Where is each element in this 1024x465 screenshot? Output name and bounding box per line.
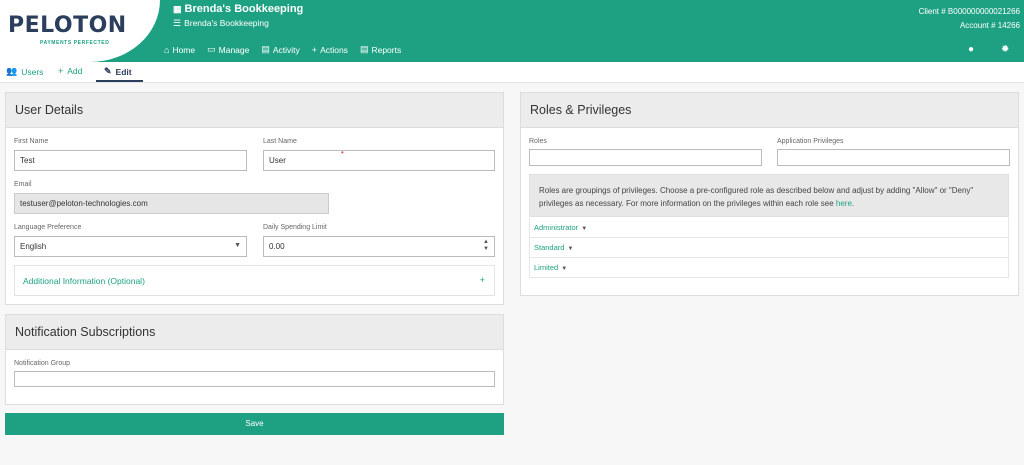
roles-field[interactable] [529, 149, 762, 166]
logo[interactable]: PELOTON PAYMENTS PERFECTED [0, 0, 160, 62]
roles-label: Roles [529, 138, 547, 145]
active-tab-indicator [96, 80, 143, 82]
additional-info-label: Additional Information (Optional) [23, 276, 145, 286]
account-number: Account # 14266 [959, 21, 1020, 30]
notification-group-field[interactable] [14, 371, 495, 387]
notifications-panel: Notification Subscriptions [5, 314, 504, 405]
top-bar: PELOTON PAYMENTS PERFECTED ▦ Brenda's Boo… [0, 0, 1024, 62]
grid-icon: ▦ [173, 4, 182, 14]
app-title: ▦ Brenda's Bookkeeping [173, 3, 304, 15]
language-select[interactable]: English ▼ [14, 236, 247, 257]
email-label: Email [14, 181, 32, 188]
roles-info-box: Roles are groupings of privileges. Choos… [529, 174, 1009, 217]
tab-users[interactable]: 👥 Users [6, 66, 43, 77]
chevron-down-icon: ▼ [567, 246, 574, 252]
plus-icon: + [58, 66, 64, 76]
additional-info-section[interactable]: Additional Information (Optional) + [14, 265, 495, 296]
app-subtitle: ☰ Brenda's Bookkeeping [173, 18, 269, 28]
notifications-title: Notification Subscriptions [6, 315, 503, 350]
nav-activity[interactable]: ▤ Activity [261, 44, 299, 55]
role-administrator[interactable]: Administrator ▼ [529, 218, 1009, 238]
stepper-icon[interactable]: ▲ ▼ [483, 239, 489, 253]
list-icon: ☰ [173, 18, 182, 28]
main-nav: ⌂ Home ▭ Manage ▤ Activity + Actions ▤ Report… [164, 44, 413, 55]
roles-info-text: Roles are groupings of privileges. Choos… [539, 186, 974, 208]
first-name-label: First Name [14, 138, 49, 145]
last-name-label: Last Name [263, 138, 297, 145]
edit-icon: ✎ [104, 66, 112, 76]
account-info: Client # B000000000021266 Account # 1426… [919, 5, 1020, 33]
language-label: Language Preference [14, 224, 82, 231]
client-number: Client # B000000000021266 [918, 7, 1020, 16]
email-field[interactable]: testuser@peloton-technologies.com [14, 193, 329, 214]
document-icon: ▤ [261, 44, 270, 54]
nav-reports[interactable]: ▤ Reports [360, 44, 401, 55]
monitor-icon: ▭ [207, 44, 216, 54]
report-icon: ▤ [359, 44, 369, 54]
chevron-down-icon: ▼ [234, 242, 241, 249]
nav-manage[interactable]: ▭ Manage [207, 44, 249, 55]
roles-info-link[interactable]: here [836, 199, 852, 208]
tab-add[interactable]: + Add [58, 66, 82, 76]
chevron-down-icon: ▼ [561, 266, 568, 272]
sub-tabs: 👥 Users + Add ✎ Edit [0, 62, 1024, 83]
last-name-field[interactable]: User [263, 150, 495, 171]
nav-actions[interactable]: + Actions [312, 44, 348, 55]
app-privileges-field[interactable] [777, 149, 1010, 166]
spending-value: 0.00 [269, 242, 285, 251]
roles-title: Roles & Privileges [521, 93, 1018, 128]
logo-tagline: PAYMENTS PERFECTED [40, 40, 110, 46]
notification-group-label: Notification Group [14, 360, 71, 367]
user-details-title: User Details [6, 93, 503, 128]
role-limited[interactable]: Limited ▼ [529, 258, 1009, 278]
nav-home[interactable]: ⌂ Home [164, 44, 195, 55]
app-privileges-label: Application Privileges [777, 138, 844, 145]
language-value: English [20, 242, 47, 251]
gear-icon[interactable]: ✹ [1001, 44, 1009, 55]
spending-limit-field[interactable]: 0.00 ▲ ▼ [263, 236, 495, 257]
save-button[interactable]: Save [5, 413, 504, 435]
tab-edit[interactable]: ✎ Edit [104, 66, 132, 77]
user-icon[interactable]: ● [968, 44, 974, 55]
role-standard[interactable]: Standard ▼ [529, 238, 1009, 258]
cursor-marker: • [341, 148, 344, 157]
expand-icon[interactable]: + [480, 275, 485, 285]
chevron-down-icon: ▼ [581, 226, 588, 232]
plus-icon: + [311, 44, 318, 55]
spending-label: Daily Spending Limit [263, 224, 327, 231]
users-icon: 👥 [6, 66, 18, 76]
logo-text: PELOTON [8, 13, 127, 38]
home-icon: ⌂ [164, 44, 170, 55]
first-name-field[interactable]: Test [14, 150, 247, 171]
